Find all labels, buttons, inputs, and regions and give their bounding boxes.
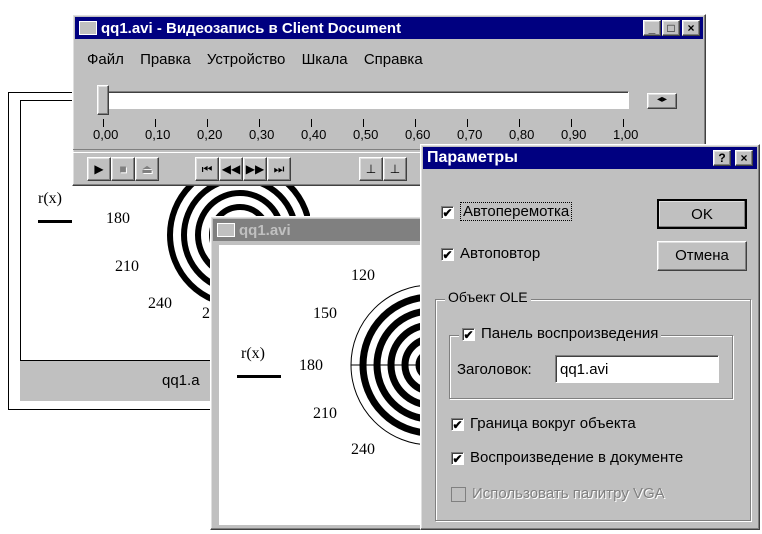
clip-tick-180: 180 (299, 357, 323, 374)
tick-4: 0,40 (301, 127, 327, 142)
tick-7: 0,70 (457, 127, 483, 142)
auto-rewind-checkbox[interactable]: ✔ (441, 205, 454, 219)
params-titlebar[interactable]: Параметры (423, 147, 757, 169)
eject-button[interactable]: ⏏ (135, 157, 159, 181)
back-tick-180: 180 (106, 210, 130, 227)
tick-1: 0,10 (145, 127, 171, 142)
scale-ticks: 0,00 0,10 0,20 0,30 0,40 0,50 0,60 0,70 … (93, 113, 663, 143)
help-icon[interactable]: ? (713, 150, 731, 166)
last-frame-button[interactable]: ⏭ (267, 157, 291, 181)
clip-titlebar[interactable]: qq1.avi (213, 219, 447, 241)
tick-10: 1,00 (613, 127, 639, 142)
tick-9: 0,90 (561, 127, 587, 142)
back-tick-210: 210 (115, 258, 139, 275)
tick-3: 0,30 (249, 127, 275, 142)
border-option[interactable]: ✔ Граница вокруг объекта (451, 415, 636, 432)
cancel-button[interactable]: Отмена (657, 241, 747, 271)
clip-tick-120: 120 (351, 267, 375, 284)
auto-repeat-option[interactable]: ✔ Автоповтор (441, 245, 540, 262)
auto-repeat-label: Автоповтор (460, 245, 541, 262)
mark-in-button[interactable]: ⊥ (359, 157, 383, 181)
back-tick-2: 2 (202, 305, 210, 322)
play-in-doc-option[interactable]: ✔ Воспроизведение в документе (451, 449, 683, 466)
video-title: qq1.avi - Видеозапись в Client Document (101, 19, 402, 37)
close-icon[interactable]: × (682, 20, 700, 36)
video-app-icon (79, 21, 97, 35)
params-dialog: Параметры ? × ✔ Автоперемотка ✔ Автоповтор… (420, 144, 760, 530)
transport-bar: ▶ ■ ⏏ ⏮ ◀◀ ▶▶ ⏭ ⊥ ⊥ (87, 153, 447, 185)
playback-panel-checkbox[interactable]: ✔ (462, 327, 475, 341)
stop-button[interactable]: ■ (111, 157, 135, 181)
clip-title: qq1.avi (239, 221, 291, 239)
vga-palette-option: Использовать палитру VGA (451, 485, 665, 502)
caption-input[interactable] (555, 355, 719, 383)
clip-legend-line (237, 375, 281, 378)
tick-6: 0,60 (405, 127, 431, 142)
tick-marks (103, 119, 633, 127)
play-in-doc-checkbox[interactable]: ✔ (451, 451, 464, 465)
tick-2: 0,20 (197, 127, 223, 142)
auto-rewind-option[interactable]: ✔ Автоперемотка (441, 202, 573, 221)
rewind-button[interactable]: ◀◀ (219, 157, 243, 181)
menu-file[interactable]: Файл (87, 51, 124, 68)
menu-edit[interactable]: Правка (140, 51, 191, 68)
ole-group-label: Объект OLE (445, 289, 531, 305)
border-label: Граница вокруг объекта (470, 415, 636, 432)
dialog-close-icon[interactable]: × (735, 150, 753, 166)
ok-button[interactable]: OK (657, 199, 747, 229)
clip-window: qq1.avi r(x) 120 150 180 210 240 90 27 (210, 216, 451, 530)
mark-out-button[interactable]: ⊥ (383, 157, 407, 181)
tick-0: 0,00 (93, 127, 119, 142)
back-tick-240: 240 (148, 295, 172, 312)
params-title: Параметры (427, 149, 518, 166)
auto-repeat-checkbox[interactable]: ✔ (441, 247, 454, 261)
clip-tick-150: 150 (313, 305, 337, 322)
vga-palette-checkbox (451, 486, 466, 502)
back-legend-line (38, 220, 72, 223)
minimize-icon[interactable]: _ (643, 20, 661, 36)
play-button[interactable]: ▶ (87, 157, 111, 181)
menu-device[interactable]: Устройство (207, 51, 285, 68)
play-in-doc-label: Воспроизведение в документе (470, 449, 684, 466)
menu-scale[interactable]: Шкала (302, 51, 348, 68)
back-caption: qq1.a (162, 372, 200, 389)
seek-track[interactable] (101, 91, 629, 109)
seek-scroll-buttons[interactable]: ◂▸ (647, 93, 677, 109)
clip-rx-label: r(x) (241, 345, 265, 362)
border-checkbox[interactable]: ✔ (451, 417, 464, 431)
playback-panel-label: Панель воспроизведения (481, 325, 659, 342)
tick-8: 0,80 (509, 127, 535, 142)
caption-label: Заголовок: (457, 361, 532, 378)
playback-panel-option[interactable]: ✔ Панель воспроизведения (459, 325, 662, 342)
maximize-icon[interactable]: □ (662, 20, 680, 36)
back-rx-label: r(x) (38, 190, 62, 207)
vga-palette-label: Использовать палитру VGA (472, 485, 665, 502)
seek-thumb[interactable] (97, 85, 109, 115)
auto-rewind-label: Автоперемотка (460, 202, 573, 221)
clip-tick-240: 240 (351, 441, 375, 458)
video-menubar: Файл Правка Устройство Шкала Справка (87, 51, 435, 68)
forward-button[interactable]: ▶▶ (243, 157, 267, 181)
clip-app-icon (217, 223, 235, 237)
tick-5: 0,50 (353, 127, 379, 142)
menu-help[interactable]: Справка (364, 51, 423, 68)
video-titlebar[interactable]: qq1.avi - Видеозапись в Client Document (75, 17, 703, 39)
first-frame-button[interactable]: ⏮ (195, 157, 219, 181)
clip-tick-210: 210 (313, 405, 337, 422)
